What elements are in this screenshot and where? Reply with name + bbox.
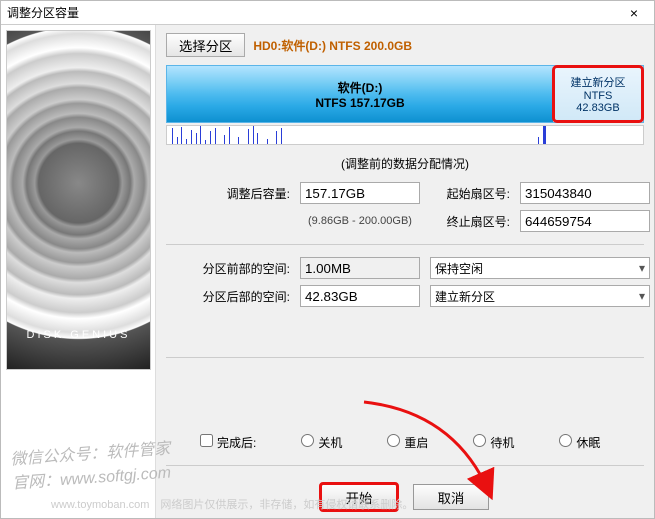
partition-new-size: 42.83GB [576, 102, 619, 114]
partition-new-highlighted[interactable]: 建立新分区 NTFS 42.83GB [553, 66, 643, 122]
label-adjusted-capacity: 调整后容量: [180, 185, 290, 202]
usage-strip [166, 125, 644, 145]
after-finish-row: 完成后: 关机 重启 待机 休眠 [166, 425, 644, 466]
titlebar: 调整分区容量 × [1, 1, 654, 25]
radio-standby[interactable]: 待机 [468, 431, 514, 451]
partition-new-fs: NTFS [584, 90, 613, 102]
label-space-after: 分区后部的空间: [180, 288, 290, 305]
input-end-sector[interactable] [520, 210, 650, 232]
dialog-window: 调整分区容量 × 选择分区 HD0:软件(D:) NTFS 200.0GB 软件… [0, 0, 655, 519]
sidebar [1, 25, 156, 518]
disk-illustration [6, 30, 151, 370]
select-after-action[interactable]: 建立新分区 [430, 285, 650, 307]
radio-hibernate[interactable]: 休眠 [554, 431, 600, 451]
window-title: 调整分区容量 [7, 4, 620, 21]
selected-disk-label: HD0:软件(D:) NTFS 200.0GB [253, 37, 412, 54]
main-panel: 选择分区 HD0:软件(D:) NTFS 200.0GB 软件(D:) NTFS… [156, 25, 654, 518]
select-before-value: 保持空闲 [435, 260, 483, 277]
start-button[interactable]: 开始 [321, 484, 398, 510]
radio-shutdown[interactable]: 关机 [296, 431, 342, 451]
partition-new-title: 建立新分区 [571, 74, 626, 90]
capacity-range-hint: (9.86GB - 200.00GB) [300, 215, 420, 227]
select-partition-button[interactable]: 选择分区 [166, 33, 245, 57]
close-icon[interactable]: × [620, 5, 648, 21]
radio-restart[interactable]: 重启 [382, 431, 428, 451]
partition-main-name: 软件(D:) [338, 79, 383, 96]
label-start-sector: 起始扇区号: [430, 185, 510, 202]
input-space-after[interactable] [300, 285, 420, 307]
input-adjusted-capacity[interactable] [300, 182, 420, 204]
section-title: (调整前的数据分配情况) [166, 155, 644, 172]
label-end-sector: 终止扇区号: [430, 213, 510, 230]
input-space-before[interactable] [300, 257, 420, 279]
partition-bar[interactable]: 软件(D:) NTFS 157.17GB 建立新分区 NTFS 42.83GB [166, 65, 644, 123]
space-grid: 分区前部的空间: 保持空闲 分区后部的空间: 建立新分区 [180, 257, 630, 307]
footer-area: 完成后: 关机 重启 待机 休眠 开始 取消 [156, 425, 654, 510]
cancel-button[interactable]: 取消 [413, 484, 490, 510]
partition-main-size: NTFS 157.17GB [315, 96, 404, 110]
select-before-action[interactable]: 保持空闲 [430, 257, 650, 279]
checkbox-after-finish[interactable]: 完成后: [196, 431, 256, 451]
label-space-before: 分区前部的空间: [180, 260, 290, 277]
select-after-value: 建立新分区 [435, 288, 495, 305]
partition-main[interactable]: 软件(D:) NTFS 157.17GB [167, 66, 553, 122]
input-start-sector[interactable] [520, 182, 650, 204]
form-grid: 调整后容量: 起始扇区号: (9.86GB - 200.00GB) 终止扇区号: [180, 182, 630, 232]
